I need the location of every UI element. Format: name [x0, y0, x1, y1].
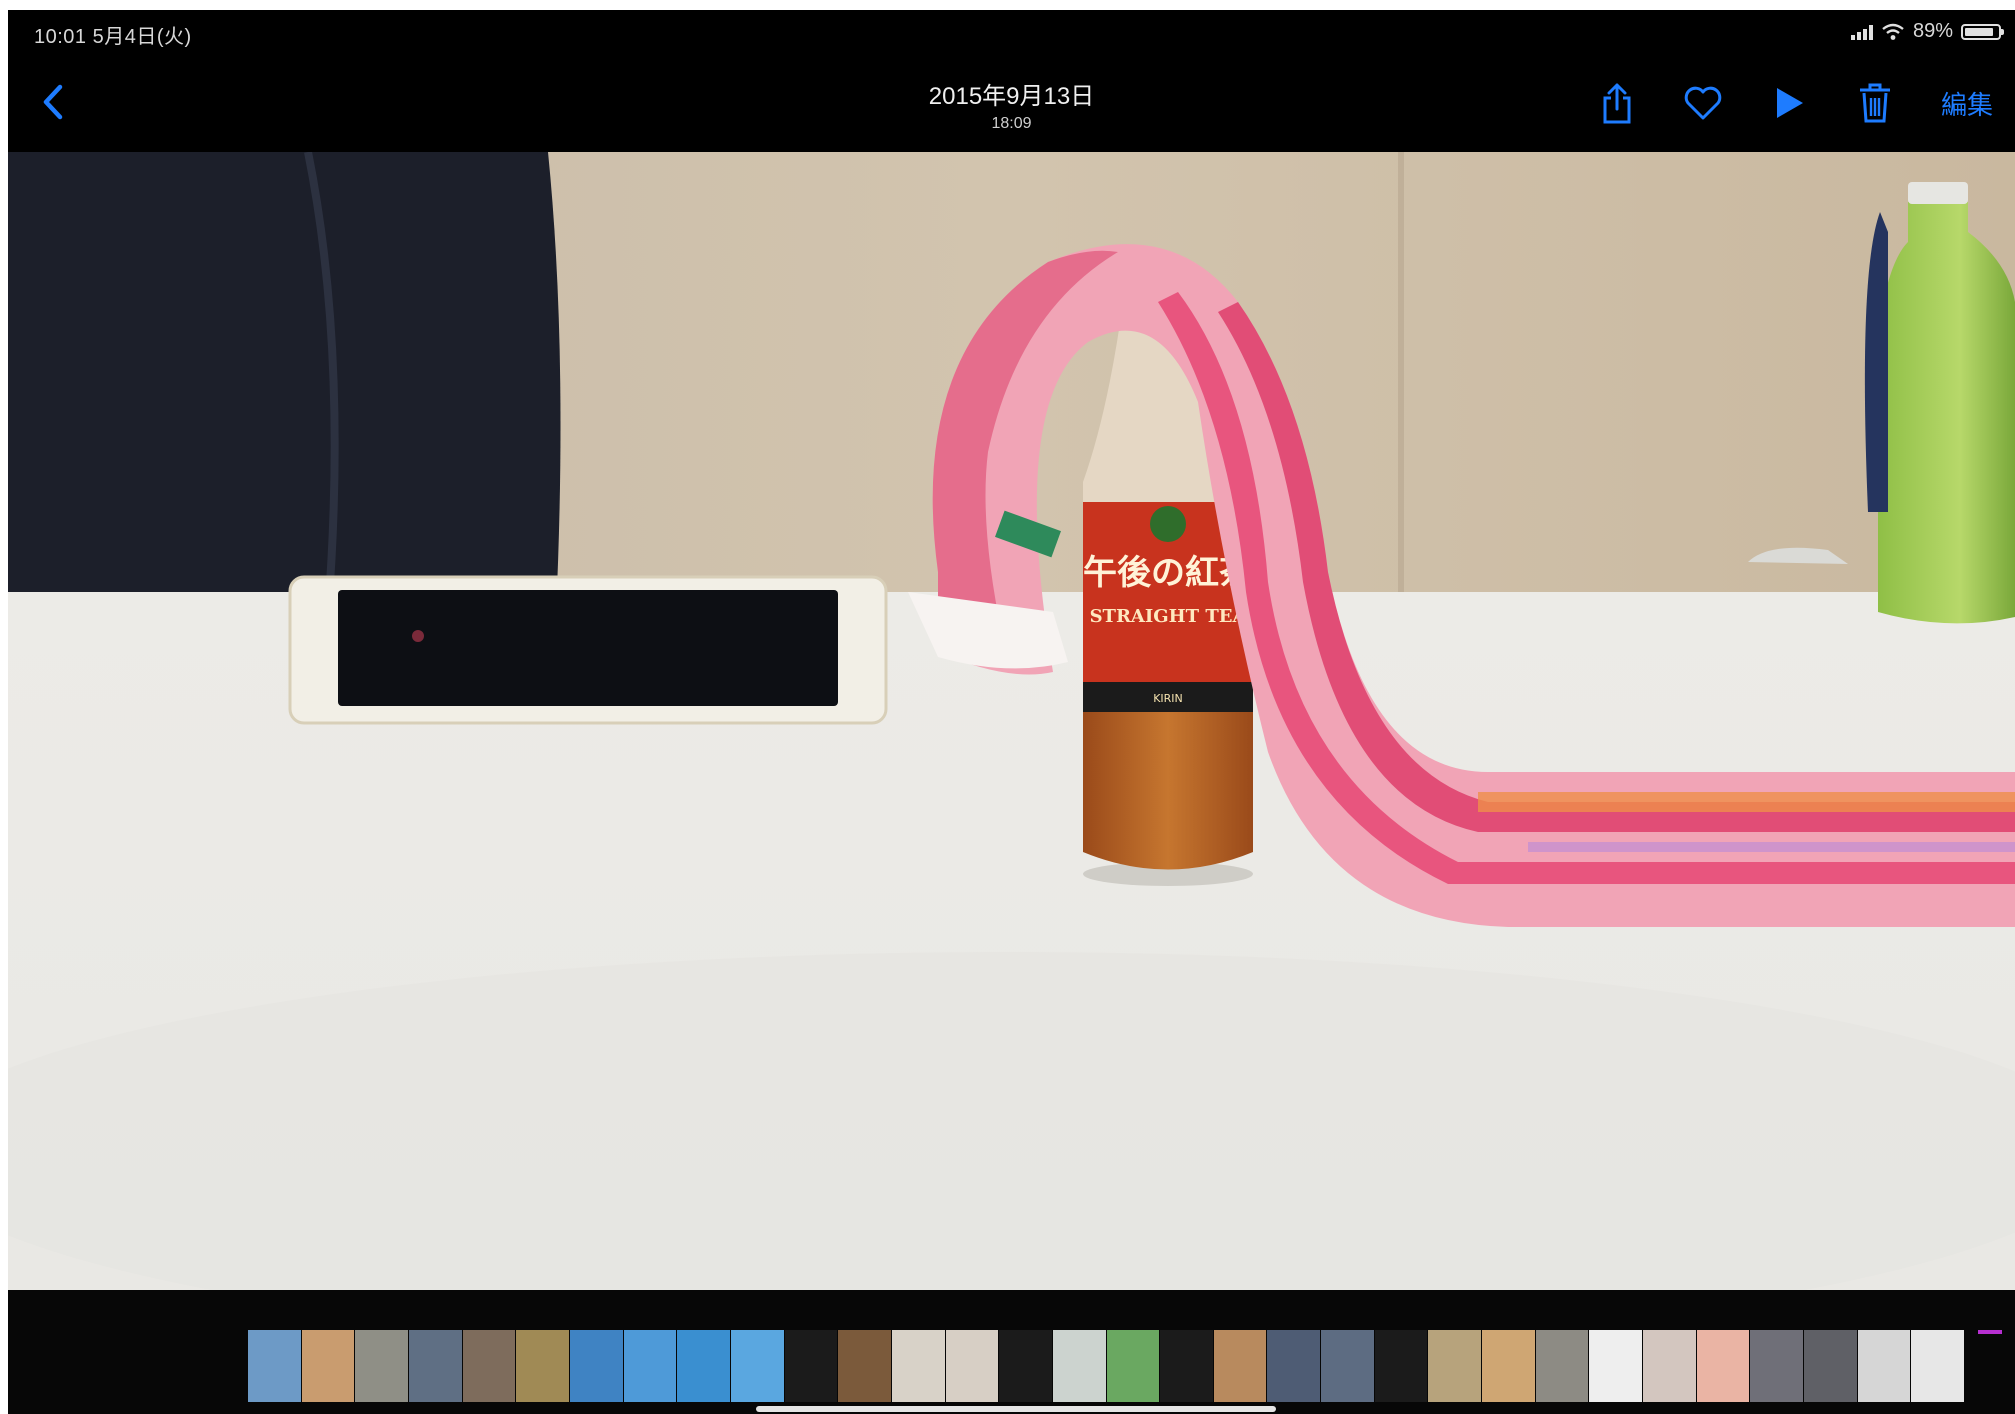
filmstrip-thumbnail[interactable]: [301, 1330, 355, 1402]
navigation-bar: 2015年9月13日 18:09 編集: [8, 54, 2015, 152]
edit-button[interactable]: 編集: [1941, 85, 1993, 122]
photo-image: 午後の紅茶 STRAIGHT TEA KIRIN: [8, 152, 2015, 1290]
filmstrip-thumbnail[interactable]: [1374, 1330, 1428, 1402]
filmstrip-thumbnail[interactable]: [623, 1330, 677, 1402]
bottle-label-en: STRAIGHT TEA: [1090, 606, 1248, 627]
status-time-date: 10:01 5月4日(火): [34, 26, 192, 48]
filmstrip-thumbnail[interactable]: [248, 1330, 301, 1402]
filmstrip-thumbnail[interactable]: [730, 1330, 784, 1402]
filmstrip-thumbnail[interactable]: [838, 1330, 891, 1402]
filmstrip-thumbnail[interactable]: [355, 1330, 408, 1402]
filmstrip-thumbnail[interactable]: [1106, 1330, 1160, 1402]
share-button[interactable]: [1597, 82, 1637, 124]
filmstrip-thumbnails[interactable]: [248, 1330, 2015, 1402]
filmstrip[interactable]: [8, 1290, 2015, 1414]
battery-percent: 89%: [1912, 20, 1953, 42]
battery-icon: [1961, 23, 2004, 40]
cellular-signal-icon: [1850, 24, 1873, 40]
filmstrip-marker: [1978, 1330, 2002, 1334]
favorite-button[interactable]: [1683, 82, 1723, 124]
filmstrip-thumbnail[interactable]: [1750, 1330, 1804, 1402]
filmstrip-thumbnail[interactable]: [945, 1330, 999, 1402]
filmstrip-thumbnail[interactable]: [462, 1330, 516, 1402]
filmstrip-thumbnail[interactable]: [1857, 1330, 1911, 1402]
filmstrip-thumbnail[interactable]: [1213, 1330, 1267, 1402]
filmstrip-thumbnail[interactable]: [1535, 1330, 1589, 1402]
filmstrip-thumbnail[interactable]: [784, 1330, 838, 1402]
battery-fill: [1965, 27, 1993, 36]
delete-button[interactable]: [1855, 82, 1895, 124]
filmstrip-thumbnail[interactable]: [569, 1330, 623, 1402]
wifi-icon: [1882, 23, 1904, 40]
filmstrip-thumbnail[interactable]: [1428, 1330, 1482, 1402]
photo-viewer[interactable]: 午後の紅茶 STRAIGHT TEA KIRIN: [8, 152, 2015, 1290]
filmstrip-thumbnail[interactable]: [516, 1330, 569, 1402]
filmstrip-thumbnail[interactable]: [1696, 1330, 1750, 1402]
filmstrip-thumbnail[interactable]: [1804, 1330, 1857, 1402]
filmstrip-thumbnail[interactable]: [891, 1330, 945, 1402]
trash-icon: [1859, 83, 1890, 123]
filmstrip-thumbnail[interactable]: [677, 1330, 730, 1402]
status-indicators: 89%: [1850, 20, 2004, 43]
filmstrip-thumbnail[interactable]: [408, 1330, 462, 1402]
filmstrip-thumbnail[interactable]: [1160, 1330, 1213, 1402]
status-bar: 10:01 5月4日(火) 89%: [8, 10, 2015, 54]
filmstrip-thumbnail[interactable]: [1052, 1330, 1106, 1402]
filmstrip-thumbnail[interactable]: [1321, 1330, 1374, 1402]
play-button[interactable]: [1769, 82, 1809, 124]
filmstrip-thumbnail[interactable]: [999, 1330, 1052, 1402]
bottle-brand: KIRIN: [1153, 692, 1183, 705]
photos-app-window: 10:01 5月4日(火) 89% 2015年9月13日 18:09 編集 午後…: [8, 10, 2015, 1414]
play-icon: [1776, 88, 1803, 118]
filmstrip-thumbnail[interactable]: [1643, 1330, 1696, 1402]
toolbar: 編集: [1597, 82, 1993, 124]
filmstrip-thumbnail[interactable]: [1911, 1330, 1964, 1402]
filmstrip-thumbnail[interactable]: [1589, 1330, 1643, 1402]
filmstrip-thumbnail[interactable]: [1267, 1330, 1321, 1402]
filmstrip-thumbnail[interactable]: [1482, 1330, 1535, 1402]
heart-icon: [1684, 86, 1722, 120]
share-icon: [1603, 83, 1631, 124]
home-indicator[interactable]: [756, 1406, 1276, 1412]
